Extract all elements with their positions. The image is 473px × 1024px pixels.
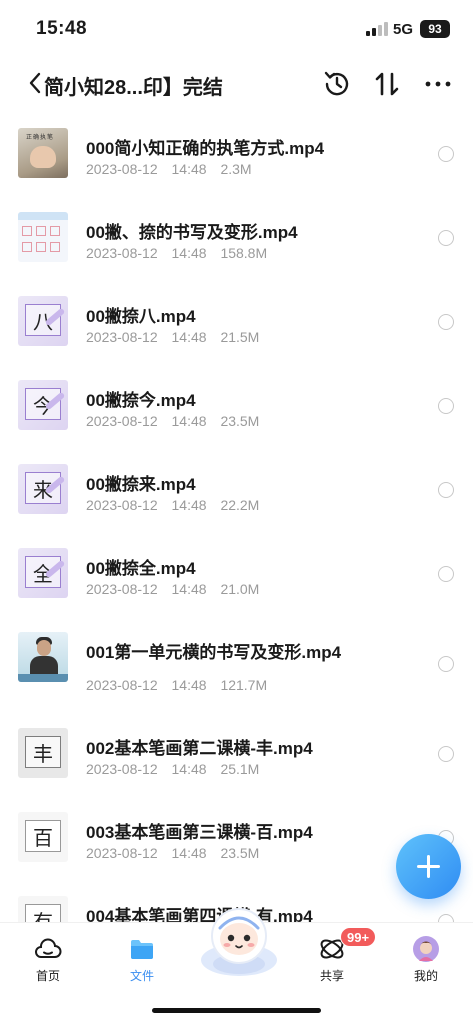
file-name: 003基本笔画第三课横-百.mp4 (86, 823, 313, 842)
more-icon (425, 81, 451, 87)
file-name: 00撇、捺的书写及变形.mp4 (86, 223, 298, 242)
file-name: 002基本笔画第二课横-丰.mp4 (86, 739, 313, 758)
select-radio[interactable] (438, 914, 454, 922)
select-radio[interactable] (438, 398, 454, 414)
thumbnail-glyph: 百 (33, 826, 53, 850)
file-name: 000简小知正确的执笔方式.mp4 (86, 139, 325, 158)
file-date: 2023-08-12 14:48 (86, 677, 207, 693)
battery-icon: 93 (420, 20, 450, 38)
file-size: 158.8M (220, 245, 268, 261)
sort-icon (375, 72, 399, 96)
tab-profile[interactable]: 我的 (396, 931, 456, 985)
file-date: 2023-08-12 14:48 (86, 761, 207, 777)
tab-home[interactable]: 首页 (18, 931, 78, 985)
video-thumbnail: 来 (18, 464, 68, 514)
video-thumbnail: 全 (18, 548, 68, 598)
file-date: 2023-08-12 14:48 (86, 329, 207, 345)
file-meta: 2023-08-12 14:48 25.1M (86, 761, 259, 777)
cellular-signal-icon (366, 22, 388, 36)
tab-label: 首页 (35, 969, 60, 983)
select-radio[interactable] (438, 746, 454, 762)
tab-label: 共享 (319, 969, 344, 983)
select-radio[interactable] (438, 566, 454, 582)
file-meta: 2023-08-12 14:48 22.2M (86, 497, 259, 513)
avatar-icon (413, 936, 439, 962)
add-button[interactable] (396, 834, 461, 899)
status-time: 15:48 (36, 18, 88, 39)
folder-icon (131, 940, 153, 959)
video-thumbnail: 今 (18, 380, 68, 430)
file-name: 00撇捺今.mp4 (86, 391, 196, 410)
video-thumbnail: 八 (18, 296, 68, 346)
file-meta: 2023-08-12 14:48 2.3M (86, 161, 252, 177)
file-size: 25.1M (220, 761, 260, 777)
file-date: 2023-08-12 14:48 (86, 161, 207, 177)
file-size: 21.5M (220, 329, 260, 345)
file-date: 2023-08-12 14:48 (86, 497, 207, 513)
file-list: 正确执笔 000简小知正确的执笔方式.mp4 2023-08-12 14:48 … (0, 112, 473, 922)
file-item[interactable]: 来 00撇捺来.mp4 2023-08-12 14:48 22.2M (0, 448, 473, 532)
video-thumbnail: 有 (18, 896, 68, 922)
file-name: 00撇捺八.mp4 (86, 307, 196, 326)
thumbnail-glyph: 有 (33, 910, 53, 922)
select-radio[interactable] (438, 146, 454, 162)
file-size: 121.7M (220, 677, 268, 693)
select-radio[interactable] (438, 314, 454, 330)
nav-bar: 简小知28...印】完结 (0, 58, 473, 110)
file-item[interactable]: 八 00撇捺八.mp4 2023-08-12 14:48 21.5M (0, 280, 473, 364)
mascot-button[interactable] (196, 898, 282, 984)
sort-button[interactable] (371, 68, 403, 100)
history-button[interactable] (321, 68, 353, 100)
back-button[interactable] (26, 70, 46, 96)
video-thumbnail: 正确执笔 (18, 128, 68, 178)
file-size: 2.3M (220, 161, 252, 177)
file-meta: 2023-08-12 14:48 158.8M (86, 245, 267, 261)
tab-label: 我的 (413, 969, 438, 983)
file-date: 2023-08-12 14:48 (86, 845, 207, 861)
file-item[interactable]: 全 00撇捺全.mp4 2023-08-12 14:48 21.0M (0, 532, 473, 616)
file-meta: 2023-08-12 14:48 23.5M (86, 845, 259, 861)
file-item[interactable]: 正确执笔 000简小知正确的执笔方式.mp4 2023-08-12 14:48 … (0, 112, 473, 196)
file-size: 23.5M (220, 413, 260, 429)
file-meta: 2023-08-12 14:48 23.5M (86, 413, 259, 429)
video-thumbnail (18, 632, 68, 682)
select-radio[interactable] (438, 656, 454, 672)
page-title: 简小知28...印】完结 (44, 77, 223, 99)
file-item[interactable]: 001第一单元横的书写及变形.mp4 2023-08-12 14:48 121.… (0, 616, 473, 712)
home-indicator (152, 1008, 321, 1013)
file-size: 21.0M (220, 581, 260, 597)
video-thumbnail: 丰 (18, 728, 68, 778)
tab-files[interactable]: 文件 (112, 931, 172, 985)
thumbnail-caption: 正确执笔 (26, 135, 55, 141)
status-bar: 15:48 5G 93 (0, 0, 473, 58)
chevron-left-icon (29, 72, 41, 94)
plus-icon (427, 855, 430, 878)
file-name: 00撇捺全.mp4 (86, 559, 196, 578)
file-item[interactable]: 00撇、捺的书写及变形.mp4 2023-08-12 14:48 158.8M (0, 196, 473, 280)
tab-label: 文件 (129, 969, 154, 983)
video-thumbnail: 百 (18, 812, 68, 862)
file-date: 2023-08-12 14:48 (86, 245, 207, 261)
file-meta: 2023-08-12 14:48 121.7M (86, 677, 267, 693)
more-button[interactable] (422, 68, 454, 100)
cloud-home-icon (35, 938, 62, 958)
file-item[interactable]: 今 00撇捺今.mp4 2023-08-12 14:48 23.5M (0, 364, 473, 448)
file-name: 001第一单元横的书写及变形.mp4 (86, 643, 342, 662)
mascot-icon (201, 908, 277, 976)
file-date: 2023-08-12 14:48 (86, 581, 207, 597)
network-type: 5G (393, 21, 414, 38)
file-name: 00撇捺来.mp4 (86, 475, 196, 494)
file-meta: 2023-08-12 14:48 21.0M (86, 581, 259, 597)
file-item[interactable]: 丰 002基本笔画第二课横-丰.mp4 2023-08-12 14:48 25.… (0, 712, 473, 796)
file-meta: 2023-08-12 14:48 21.5M (86, 329, 259, 345)
file-size: 23.5M (220, 845, 260, 861)
select-radio[interactable] (438, 230, 454, 246)
file-size: 22.2M (220, 497, 260, 513)
thumbnail-glyph: 丰 (33, 742, 53, 766)
history-icon (324, 71, 349, 96)
notification-badge: 99+ (340, 927, 377, 947)
select-radio[interactable] (438, 482, 454, 498)
video-thumbnail (18, 212, 68, 262)
file-date: 2023-08-12 14:48 (86, 413, 207, 429)
